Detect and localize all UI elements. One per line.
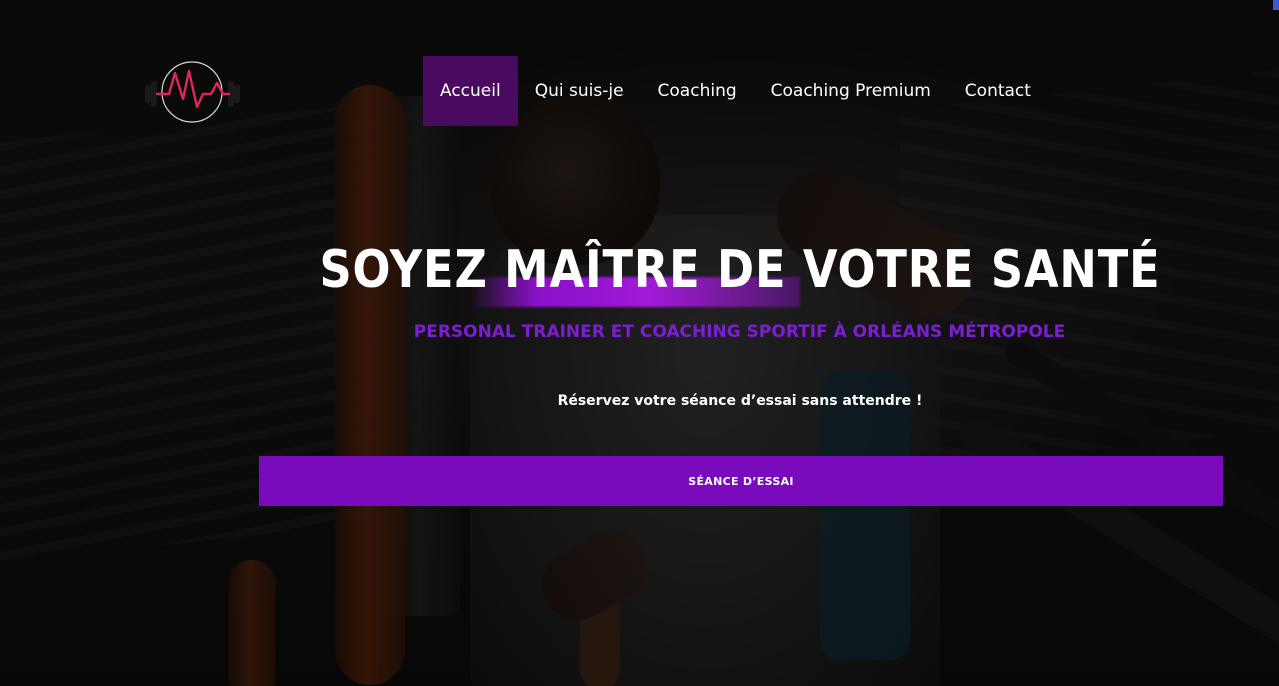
nav-item-coaching[interactable]: Coaching	[641, 56, 754, 126]
main-navigation: Accueil Qui suis-je Coaching Coaching Pr…	[423, 56, 1048, 126]
hero-section: Accueil Qui suis-je Coaching Coaching Pr…	[0, 0, 1279, 686]
corner-indicator	[1273, 0, 1279, 10]
nav-item-coaching-premium[interactable]: Coaching Premium	[754, 56, 948, 126]
headline-container: SOYEZ MAÎTRE DE VOTRE SANTÉ	[0, 240, 1279, 300]
nav-item-contact[interactable]: Contact	[948, 56, 1048, 126]
trial-session-button[interactable]: SÉANCE D’ESSAI	[259, 456, 1223, 506]
hero-subtitle: PERSONAL TRAINER ET COACHING SPORTIF À O…	[413, 322, 1066, 342]
site-logo[interactable]	[145, 61, 240, 123]
nav-item-qui-suis-je[interactable]: Qui suis-je	[518, 56, 641, 126]
nav-item-accueil[interactable]: Accueil	[423, 56, 518, 126]
page-title: SOYEZ MAÎTRE DE VOTRE SANTÉ	[318, 240, 1161, 300]
heartbeat-dumbbell-logo-icon	[145, 61, 240, 123]
cta-text: Réservez votre séance d’essai sans atten…	[557, 393, 923, 409]
